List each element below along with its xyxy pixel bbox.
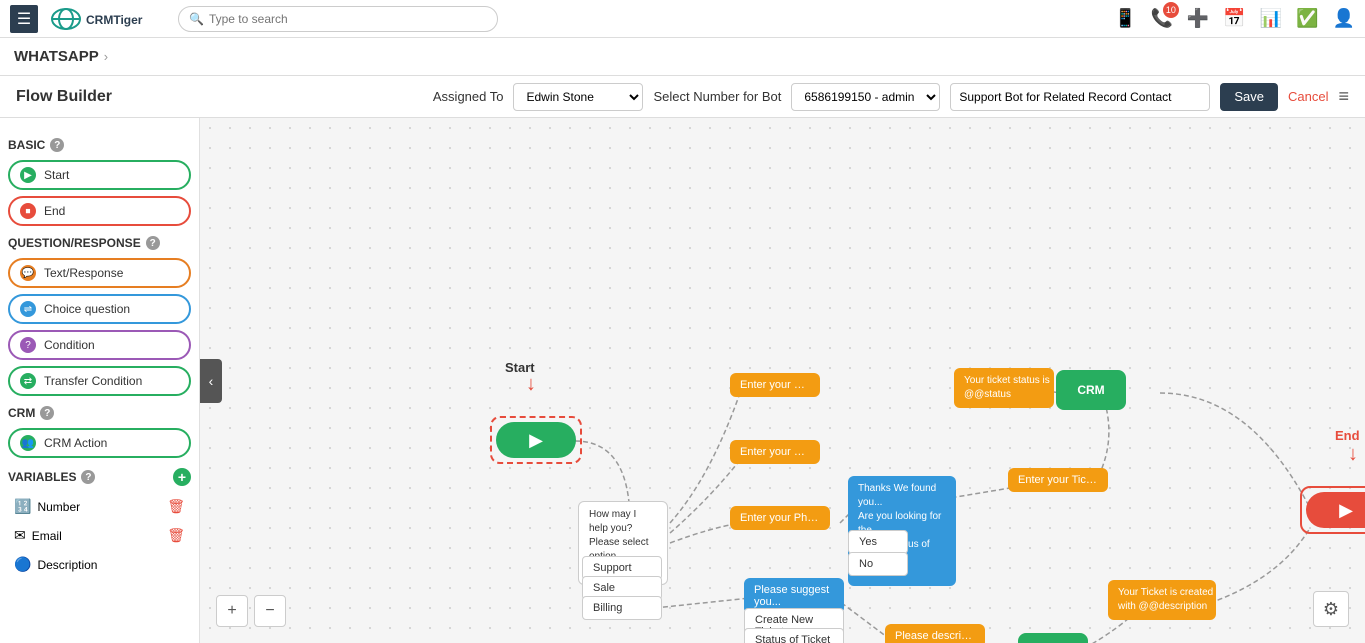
end-dot: ⏹ bbox=[20, 203, 36, 219]
text-response-button[interactable]: 💬 Text/Response bbox=[8, 258, 191, 288]
cancel-button[interactable]: Cancel bbox=[1288, 83, 1328, 111]
text-dot: 💬 bbox=[20, 265, 36, 281]
bot-name-input[interactable] bbox=[950, 83, 1210, 111]
notification-badge: 10 bbox=[1163, 2, 1179, 18]
select-number-select[interactable]: 6586199150 - admin bbox=[791, 83, 940, 111]
zoom-in-button[interactable]: + bbox=[216, 595, 248, 627]
describe-node[interactable]: Please describe yo... bbox=[885, 624, 985, 643]
question-section-header: QUESTION/RESPONSE ? bbox=[8, 236, 191, 250]
start-dot: ▶ bbox=[20, 167, 36, 183]
zoom-controls: + − bbox=[216, 595, 286, 627]
zoom-out-button[interactable]: − bbox=[254, 595, 286, 627]
description-var-icon: 🔵 bbox=[14, 556, 31, 573]
main-layout: BASIC ? ▶ Start ⏹ End QUESTION/RESPONSE … bbox=[0, 118, 1365, 643]
crm-action-button[interactable]: 👥 CRM Action bbox=[8, 428, 191, 458]
search-bar[interactable]: 🔍 bbox=[178, 6, 498, 32]
question-help-icon[interactable]: ? bbox=[146, 236, 160, 250]
enter-email-node[interactable]: Enter your Email... bbox=[730, 440, 820, 464]
crm-help-icon[interactable]: ? bbox=[40, 406, 54, 420]
sidebar: BASIC ? ▶ Start ⏹ End QUESTION/RESPONSE … bbox=[0, 118, 200, 643]
flow-builder-title: Flow Builder bbox=[16, 88, 112, 106]
variables-help-icon[interactable]: ? bbox=[81, 470, 95, 484]
end-arrow: ↓ bbox=[1348, 443, 1358, 466]
search-input[interactable] bbox=[209, 12, 487, 26]
end-node[interactable]: ▶ bbox=[1300, 486, 1365, 534]
hamburger-button[interactable]: ☰ bbox=[10, 5, 38, 33]
add-icon[interactable]: ➕ bbox=[1187, 8, 1209, 29]
start-node[interactable]: ▶ bbox=[490, 416, 582, 464]
status-ticket-option[interactable]: Status of Ticket bbox=[744, 628, 844, 643]
choice-dot: ⇌ bbox=[20, 301, 36, 317]
transfer-dot: ⇄ bbox=[20, 373, 36, 389]
start-node-button[interactable]: ▶ Start bbox=[8, 160, 191, 190]
start-play-icon: ▶ bbox=[529, 430, 543, 451]
billing-option[interactable]: Billing bbox=[582, 596, 662, 620]
choice-question-button[interactable]: ⇌ Choice question bbox=[8, 294, 191, 324]
yes-option[interactable]: Yes bbox=[848, 530, 908, 554]
select-number-label: Select Number for Bot bbox=[653, 89, 781, 104]
no-option[interactable]: No bbox=[848, 552, 908, 576]
var-email-item: ✉ Email 🗑 bbox=[8, 523, 191, 548]
condition-dot: ? bbox=[20, 337, 36, 353]
phone-icon[interactable]: 📱 bbox=[1114, 8, 1136, 29]
crm-node-1[interactable]: CRM bbox=[1056, 370, 1126, 410]
assigned-to-select[interactable]: Edwin Stone bbox=[513, 83, 643, 111]
save-button[interactable]: Save bbox=[1220, 83, 1278, 111]
chart-icon[interactable]: 📊 bbox=[1260, 8, 1282, 29]
basic-help-icon[interactable]: ? bbox=[50, 138, 64, 152]
sub-nav: WHATSAPP › bbox=[0, 38, 1365, 76]
breadcrumb-arrow: › bbox=[104, 49, 108, 64]
nav-right-icons: 📱 📞 10 ➕ 📅 📊 ✅ 👤 bbox=[1114, 8, 1355, 29]
app-title: WHATSAPP bbox=[14, 48, 99, 65]
crm-node-2[interactable]: CRM bbox=[1018, 633, 1088, 643]
enter-phone-node[interactable]: Enter your Phone N... bbox=[730, 506, 830, 530]
end-node-button[interactable]: ⏹ End bbox=[8, 196, 191, 226]
delete-number-var-button[interactable]: 🗑 bbox=[167, 498, 185, 515]
logo: CRMTiger bbox=[48, 6, 148, 32]
variables-section-header: VARIABLES ? + bbox=[8, 468, 191, 486]
flow-canvas: ‹ bbox=[200, 118, 1365, 643]
start-arrow: ↓ bbox=[526, 373, 536, 396]
var-number-item: 🔢 Number 🗑 bbox=[8, 494, 191, 519]
toggle-sidebar-button[interactable]: ‹ bbox=[200, 359, 222, 403]
flow-header: Flow Builder Assigned To Edwin Stone Sel… bbox=[0, 76, 1365, 118]
whatsapp-icon[interactable]: 📞 10 bbox=[1150, 8, 1172, 29]
var-description-item: 🔵 Description bbox=[8, 552, 191, 577]
delete-email-var-button[interactable]: 🗑 bbox=[167, 527, 185, 544]
crm-dot: 👥 bbox=[20, 435, 36, 451]
transfer-condition-button[interactable]: ⇄ Transfer Condition bbox=[8, 366, 191, 396]
ticket-created-node[interactable]: Your Ticket is createdwith @@description bbox=[1108, 580, 1216, 620]
basic-section-header: BASIC ? bbox=[8, 138, 191, 152]
ticket-status-node[interactable]: Your ticket status is@@status bbox=[954, 368, 1054, 408]
flow-header-controls: Assigned To Edwin Stone Select Number fo… bbox=[433, 83, 1349, 111]
logo-icon: CRMTiger bbox=[48, 6, 148, 32]
search-icon: 🔍 bbox=[189, 12, 204, 26]
svg-text:CRMTiger: CRMTiger bbox=[86, 13, 143, 27]
checklist-icon[interactable]: ✅ bbox=[1296, 8, 1318, 29]
add-variable-button[interactable]: + bbox=[173, 468, 191, 486]
end-annotation: End bbox=[1335, 428, 1360, 443]
enter-name-node[interactable]: Enter your name... bbox=[730, 373, 820, 397]
ticket-number-node[interactable]: Enter your Ticket # bbox=[1008, 468, 1108, 492]
number-var-icon: 🔢 bbox=[14, 498, 31, 515]
assigned-to-label: Assigned To bbox=[433, 89, 504, 104]
more-menu-icon[interactable]: ≡ bbox=[1338, 86, 1349, 107]
condition-button[interactable]: ? Condition bbox=[8, 330, 191, 360]
calendar-icon[interactable]: 📅 bbox=[1223, 8, 1245, 29]
email-var-icon: ✉ bbox=[14, 527, 26, 544]
user-icon[interactable]: 👤 bbox=[1333, 8, 1355, 29]
settings-button[interactable]: ⚙ bbox=[1313, 591, 1349, 627]
end-play-icon: ▶ bbox=[1339, 500, 1353, 521]
top-nav: ☰ CRMTiger 🔍 📱 📞 10 ➕ 📅 📊 ✅ 👤 bbox=[0, 0, 1365, 38]
crm-section-header: CRM ? bbox=[8, 406, 191, 420]
